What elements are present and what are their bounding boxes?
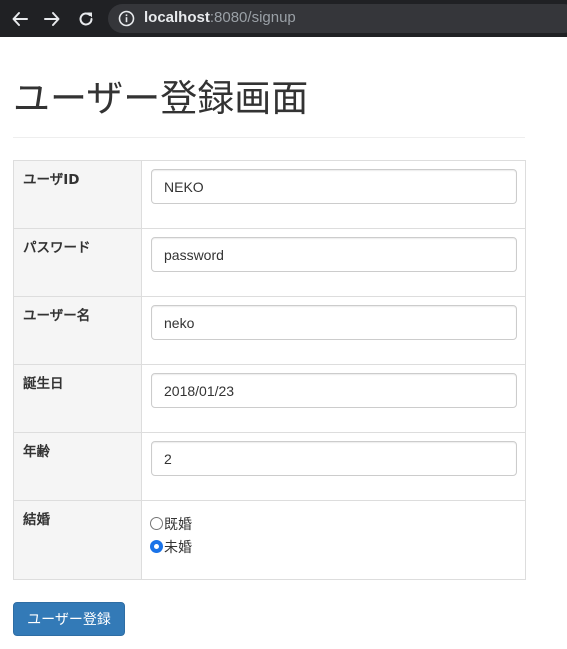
marriage-cell: 既婚 未婚 [141, 500, 526, 580]
user-name-input[interactable] [151, 305, 517, 340]
forward-arrow-icon[interactable] [40, 7, 64, 31]
url-text: localhost:8080/signup [144, 9, 296, 27]
birthday-cell [141, 364, 526, 433]
radio-unmarried-label[interactable]: 未婚 [164, 537, 192, 557]
age-label: 年齢 [13, 432, 142, 501]
marriage-radio-group: 既婚 未婚 [142, 501, 525, 558]
browser-toolbar: localhost:8080/signup [0, 0, 567, 37]
form-row-age: 年齢 [13, 432, 526, 501]
birthday-input[interactable] [151, 373, 517, 408]
back-arrow-icon[interactable] [8, 7, 32, 31]
form-row-user-id: ユーザID [13, 160, 526, 229]
age-input[interactable] [151, 441, 517, 476]
password-cell [141, 228, 526, 297]
radio-option-unmarried[interactable]: 未婚 [150, 535, 525, 558]
password-label: パスワード [13, 228, 142, 297]
marriage-label: 結婚 [13, 500, 142, 580]
form-row-birthday: 誕生日 [13, 364, 526, 433]
user-id-cell [141, 160, 526, 229]
password-input[interactable] [151, 237, 517, 272]
form-row-user-name: ユーザー名 [13, 296, 526, 365]
user-id-label: ユーザID [13, 160, 142, 229]
age-cell [141, 432, 526, 501]
address-bar[interactable]: localhost:8080/signup [108, 4, 567, 33]
url-path: :8080/signup [209, 9, 296, 26]
radio-unmarried[interactable] [150, 540, 163, 553]
radio-married[interactable] [150, 517, 163, 530]
radio-option-married[interactable]: 既婚 [150, 512, 525, 535]
user-name-label: ユーザー名 [13, 296, 142, 365]
user-name-cell [141, 296, 526, 365]
birthday-label: 誕生日 [13, 364, 142, 433]
reload-icon[interactable] [74, 7, 98, 31]
user-id-input[interactable] [151, 169, 517, 204]
register-user-button[interactable]: ユーザー登録 [13, 602, 125, 636]
radio-married-label[interactable]: 既婚 [164, 514, 192, 534]
url-host: localhost [144, 9, 210, 26]
page-title: ユーザー登録画面 [13, 77, 309, 120]
form-row-password: パスワード [13, 228, 526, 297]
signup-form-table: ユーザID パスワード ユーザー名 誕生日 年齢 [13, 160, 526, 580]
title-divider [13, 137, 525, 138]
info-icon[interactable] [118, 10, 135, 27]
form-row-marriage: 結婚 既婚 未婚 [13, 500, 526, 580]
